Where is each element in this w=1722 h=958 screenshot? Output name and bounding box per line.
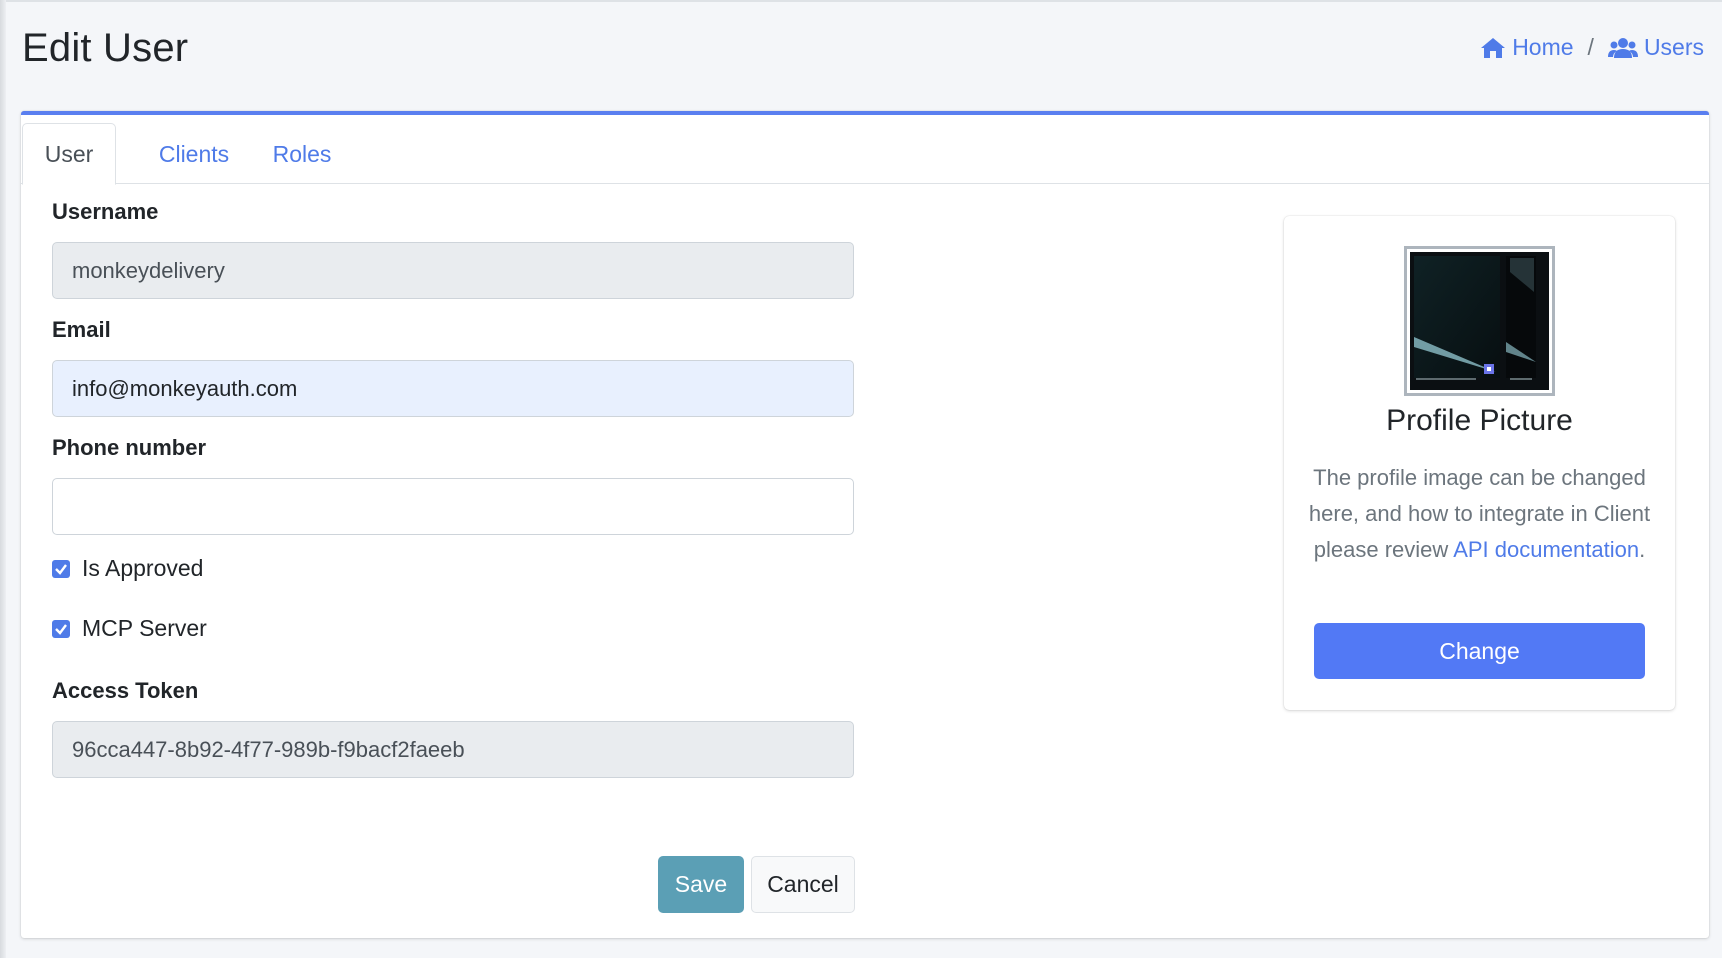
breadcrumb-users-label: Users — [1643, 34, 1704, 60]
profile-picture-title: Profile Picture — [1386, 404, 1573, 437]
tab-roles[interactable]: Roles — [259, 123, 345, 185]
tab-user[interactable]: User — [22, 123, 116, 185]
access-token-label: Access Token — [52, 678, 199, 703]
tab-bar: User Clients Roles — [21, 115, 1709, 185]
profile-description-period: . — [1639, 537, 1646, 562]
breadcrumb-home-link[interactable]: Home — [1480, 34, 1574, 61]
is-approved-row: Is Approved — [52, 555, 203, 582]
mcp-server-label: MCP Server — [82, 615, 207, 641]
tab-clients[interactable]: Clients — [139, 123, 249, 185]
mcp-server-checkbox[interactable] — [52, 619, 70, 638]
profile-picture-description: The profile image can be changed here, a… — [1304, 460, 1655, 568]
email-field[interactable]: info@monkeyauth.com — [52, 360, 854, 417]
page-title: Edit User — [22, 26, 189, 70]
profile-picture-card: Profile Picture The profile image can be… — [1284, 216, 1675, 710]
phone-label: Phone number — [52, 435, 207, 460]
save-button[interactable]: Save — [658, 856, 744, 913]
cancel-button[interactable]: Cancel — [751, 856, 855, 913]
username-field: monkeydelivery — [52, 242, 854, 299]
change-picture-button[interactable]: Change — [1314, 623, 1645, 679]
page-left-edge — [0, 0, 6, 958]
access-token-field: 96cca447-8b92-4f77-989b-f9bacf2faeeb — [52, 721, 854, 778]
check-icon — [55, 623, 67, 635]
api-documentation-link[interactable]: API documentation — [1453, 537, 1639, 562]
users-icon — [1607, 37, 1638, 58]
home-icon — [1481, 37, 1506, 58]
breadcrumb-home-label: Home — [1512, 34, 1574, 60]
breadcrumb-users-link[interactable]: Users — [1607, 34, 1704, 61]
breadcrumb: Home / Users — [1480, 34, 1704, 61]
username-label: Username — [52, 199, 159, 224]
page-top-edge — [0, 0, 1722, 2]
check-icon — [55, 563, 67, 575]
edit-user-card: User Clients Roles Username monkeydelive… — [21, 111, 1709, 938]
is-approved-label: Is Approved — [82, 555, 204, 581]
is-approved-checkbox[interactable] — [52, 559, 70, 578]
breadcrumb-separator: / — [1587, 34, 1594, 60]
email-label: Email — [52, 317, 111, 342]
avatar[interactable] — [1404, 246, 1555, 396]
phone-field[interactable] — [52, 478, 854, 535]
mcp-server-row: MCP Server — [52, 615, 207, 642]
avatar-image — [1410, 252, 1549, 390]
